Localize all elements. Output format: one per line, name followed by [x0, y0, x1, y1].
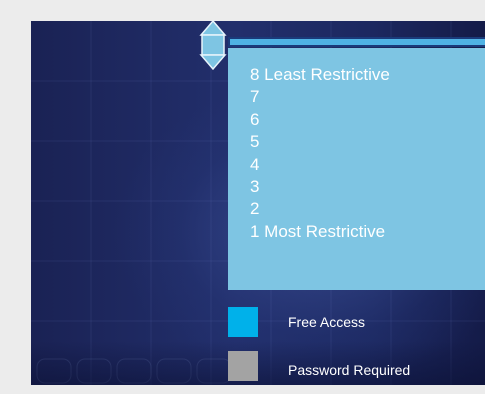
level-option-1[interactable]: 1 Most Restrictive [250, 221, 390, 243]
security-levels-list-box: 8 Least Restrictive 7 6 5 4 3 2 1 Most R… [228, 48, 485, 290]
slider-track[interactable] [228, 37, 485, 47]
level-option-3[interactable]: 3 [250, 176, 390, 198]
app-frame: 8 Least Restrictive 7 6 5 4 3 2 1 Most R… [0, 0, 485, 394]
password-required-label: Password Required [288, 362, 411, 378]
password-required-swatch [228, 351, 258, 381]
level-option-2[interactable]: 2 [250, 198, 390, 220]
security-levels-list: 8 Least Restrictive 7 6 5 4 3 2 1 Most R… [250, 64, 390, 243]
level-option-5[interactable]: 5 [250, 131, 390, 153]
level-option-6[interactable]: 6 [250, 109, 390, 131]
level-option-4[interactable]: 4 [250, 154, 390, 176]
level-option-7[interactable]: 7 [250, 86, 390, 108]
footer-band [31, 341, 485, 385]
free-access-swatch [228, 307, 258, 337]
security-level-slider-handle[interactable] [198, 19, 228, 71]
free-access-label: Free Access [288, 314, 366, 330]
level-option-8[interactable]: 8 Least Restrictive [250, 64, 390, 86]
slider-handle-icon [199, 19, 227, 71]
